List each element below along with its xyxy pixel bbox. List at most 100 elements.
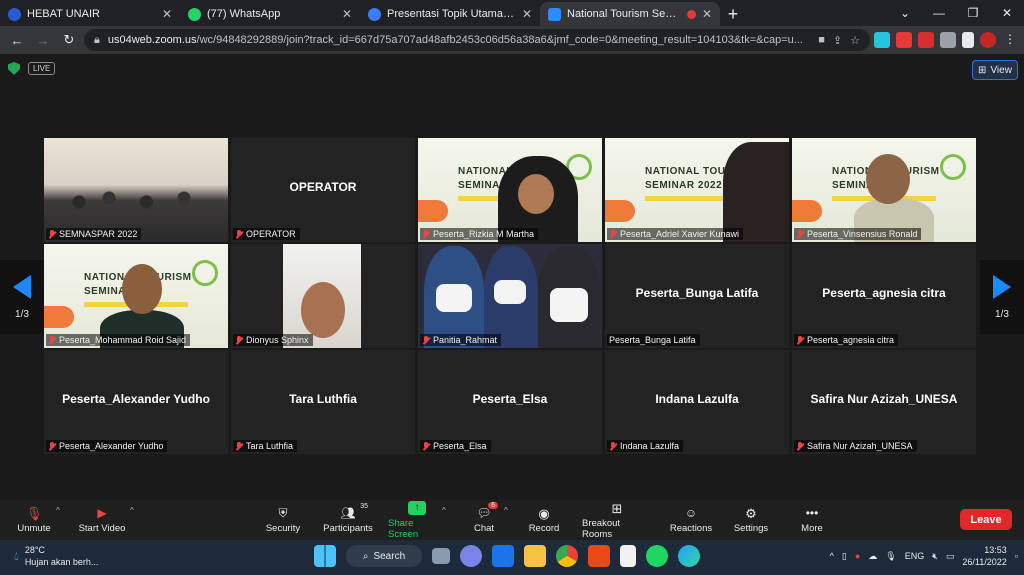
camera-icon[interactable]: ■: [818, 34, 825, 46]
video-options-caret-icon[interactable]: ^: [130, 506, 134, 515]
video-tile[interactable]: Safira Nur Azizah_UNESA Safira Nur Aziza…: [792, 350, 976, 454]
chat-badge: 6: [488, 502, 498, 509]
close-tab-icon[interactable]: ✕: [522, 7, 532, 21]
task-view-icon[interactable]: [432, 548, 450, 564]
microphone-icon[interactable]: 🎙︎: [885, 551, 896, 562]
file-explorer-icon[interactable]: [524, 545, 546, 567]
close-tab-icon[interactable]: ✕: [342, 7, 352, 21]
clock[interactable]: 13:53 26/11/2022: [962, 544, 1006, 568]
video-tile[interactable]: Panitia_Rahmat: [418, 244, 602, 348]
video-tile[interactable]: Tara Luthfia Tara Luthfia: [231, 350, 415, 454]
chat-button[interactable]: 💬︎ 6 Chat: [472, 502, 498, 537]
network-icon[interactable]: ▭: [946, 551, 955, 562]
live-badge[interactable]: LIVE: [28, 62, 56, 75]
tab-national-tourism-seminar[interactable]: National Tourism Seminar ✕: [540, 2, 720, 26]
speaker-muted-icon[interactable]: 🔇︎: [932, 551, 938, 562]
reload-icon[interactable]: ↻: [58, 32, 80, 48]
weather-widget[interactable]: 💧︎ 28°C Hujan akan berh...: [14, 544, 98, 568]
view-button[interactable]: ⊞ View: [972, 60, 1018, 80]
video-tile[interactable]: NATIONAL TOURISM SEMINAR 2022 Peserta_Ad…: [605, 138, 789, 242]
sidebar-icon[interactable]: [962, 32, 974, 48]
system-tray: ^ ▯ ● ☁ 🎙︎ ENG 🔇︎ ▭ 13:53 26/11/2022 ▫: [830, 544, 1018, 568]
close-window-icon[interactable]: ✕: [990, 6, 1024, 20]
document-icon[interactable]: [620, 545, 636, 567]
mail-icon[interactable]: [492, 545, 514, 567]
extension-3-icon[interactable]: [918, 32, 934, 48]
encryption-shield-icon[interactable]: [8, 62, 20, 75]
group-photo: [44, 138, 228, 242]
video-tile[interactable]: Dionyus Sphinx: [231, 244, 415, 348]
video-tile[interactable]: Peserta_Elsa Peserta_Elsa: [418, 350, 602, 454]
muted-mic-icon: [48, 441, 56, 451]
participant-label: Peserta_Vinsensius Ronald: [794, 228, 922, 240]
more-dots-icon: •••: [805, 506, 819, 520]
share-screen-button[interactable]: ↑ Share Screen: [388, 500, 446, 540]
office-icon[interactable]: [588, 545, 610, 567]
leave-button[interactable]: Leave: [960, 509, 1012, 530]
video-tile[interactable]: Indana Lazulfa Indana Lazulfa: [605, 350, 789, 454]
video-tile[interactable]: NATIONAL TOURISM SEMINAR 2022 Peserta_Mo…: [44, 244, 228, 348]
video-tile[interactable]: NATIONAL TOURISM SEMINAR 2022 Peserta_Ri…: [418, 138, 602, 242]
chrome-icon[interactable]: [556, 545, 578, 567]
minimize-icon[interactable]: —: [922, 6, 956, 20]
share-options-caret-icon[interactable]: ^: [442, 506, 446, 515]
extension-2-icon[interactable]: [896, 32, 912, 48]
extension-1-icon[interactable]: [874, 32, 890, 48]
teams-chat-icon[interactable]: [460, 545, 482, 567]
video-tile[interactable]: OPERATOR OPERATOR: [231, 138, 415, 242]
share-page-icon[interactable]: ⇪: [833, 34, 842, 47]
more-button[interactable]: ••• More: [798, 503, 826, 537]
profile-avatar[interactable]: [980, 32, 996, 48]
settings-button[interactable]: ⚙ Settings: [732, 503, 770, 537]
participant-label: Dionyus Sphinx: [233, 334, 313, 346]
new-tab-plus-icon[interactable]: +: [720, 2, 746, 26]
reactions-button[interactable]: ☺ Reactions: [670, 503, 712, 537]
url-omnibox[interactable]: 🔒︎ us04web.zoom.us/wc/94848292889/join?t…: [84, 29, 870, 51]
security-button[interactable]: ⛨ Security: [264, 503, 302, 537]
gallery-grid: SEMNASPAR 2022 OPERATOR OPERATOR NATIONA…: [44, 138, 980, 454]
menu-kebab-icon[interactable]: ⋮: [1002, 32, 1018, 48]
tray-app-icon[interactable]: ●: [855, 551, 860, 561]
record-button[interactable]: ◉ Record: [528, 503, 560, 537]
tab-hebat-unair[interactable]: HEBAT UNAIR ✕: [0, 2, 180, 26]
puzzle-extensions-icon[interactable]: [940, 32, 956, 48]
forward-arrow-icon[interactable]: →: [32, 33, 54, 48]
video-tile[interactable]: NATIONAL TOURISM SEMINAR 2022 Peserta_Vi…: [792, 138, 976, 242]
tab-whatsapp[interactable]: (77) WhatsApp ✕: [180, 2, 360, 26]
video-tile[interactable]: Peserta_Alexander Yudho Peserta_Alexande…: [44, 350, 228, 454]
tray-chevron-icon[interactable]: ^: [830, 551, 834, 561]
audio-options-caret-icon[interactable]: ^: [56, 506, 60, 515]
next-page-button[interactable]: 1/3: [980, 260, 1024, 334]
participant-video: [723, 142, 789, 242]
language-indicator[interactable]: ENG: [905, 551, 925, 561]
close-tab-icon[interactable]: ✕: [162, 7, 172, 21]
onedrive-icon[interactable]: ☁: [868, 551, 877, 562]
breakout-rooms-button[interactable]: ⊞ Breakout Rooms: [582, 501, 652, 540]
participant-label: Peserta_Alexander Yudho: [46, 440, 168, 452]
participants-button[interactable]: 👥︎ 35 Participants: [322, 503, 374, 537]
muted-mic-icon: [235, 441, 243, 451]
participant-label: Peserta_Adriel Xavier Kunawi: [607, 228, 744, 240]
extensions-area: ⋮: [874, 32, 1018, 48]
start-video-button[interactable]: ▶︎ Start Video: [76, 503, 128, 537]
edge-icon[interactable]: [678, 545, 700, 567]
battery-icon[interactable]: ▯: [842, 551, 847, 562]
recording-indicator-icon: [686, 9, 696, 19]
video-tile[interactable]: SEMNASPAR 2022: [44, 138, 228, 242]
previous-page-button[interactable]: 1/3: [0, 260, 44, 334]
notifications-icon[interactable]: ▫: [1015, 551, 1018, 561]
close-tab-icon[interactable]: ✕: [702, 7, 712, 21]
back-arrow-icon[interactable]: ←: [6, 33, 28, 48]
canva-favicon-icon: [368, 7, 381, 21]
bookmark-star-icon[interactable]: ☆: [850, 34, 860, 47]
windows-start-icon[interactable]: [314, 545, 336, 567]
spotify-icon[interactable]: [646, 545, 668, 567]
tab-search-chevron-icon[interactable]: ⌄: [888, 6, 922, 20]
video-tile[interactable]: Peserta_Bunga Latifa Peserta_Bunga Latif…: [605, 244, 789, 348]
chat-options-caret-icon[interactable]: ^: [504, 506, 508, 515]
tab-presentasi[interactable]: Presentasi Topik Utama Webinar ✕: [360, 2, 540, 26]
restore-icon[interactable]: ❐: [956, 6, 990, 20]
taskbar-search[interactable]: ⌕ Search: [346, 545, 422, 567]
unmute-button[interactable]: 🎙︎ Unmute: [16, 503, 52, 537]
video-tile[interactable]: Peserta_agnesia citra Peserta_agnesia ci…: [792, 244, 976, 348]
